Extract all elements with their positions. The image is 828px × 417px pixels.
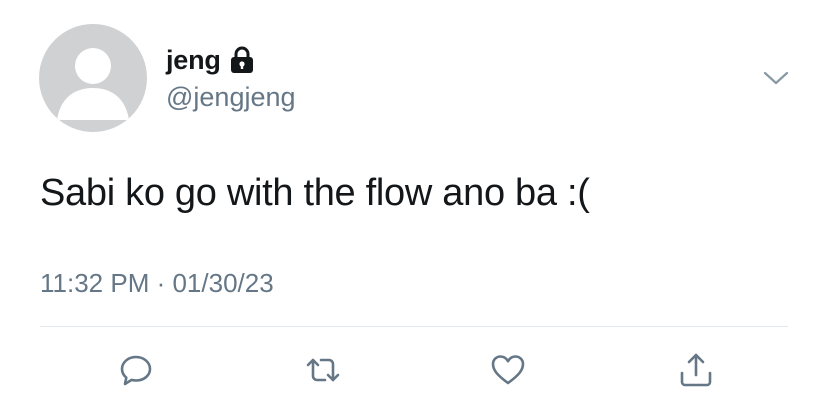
share-button[interactable] <box>676 350 716 390</box>
display-name[interactable]: jeng <box>166 45 221 76</box>
tweet-text: Sabi ko go with the flow ano ba :( <box>40 172 590 214</box>
tweet-time: 11:32 PM <box>40 268 150 298</box>
like-button[interactable] <box>488 350 528 390</box>
chevron-down-icon[interactable] <box>762 68 790 88</box>
reply-icon <box>120 355 152 386</box>
lock-icon <box>229 46 255 74</box>
reply-button[interactable] <box>116 350 156 390</box>
retweet-icon <box>306 358 340 382</box>
retweet-button[interactable] <box>303 350 343 390</box>
tweet-timestamp[interactable]: 11:32 PM · 01/30/23 <box>40 268 274 299</box>
user-handle[interactable]: @jengjeng <box>166 82 296 113</box>
share-icon <box>680 353 712 387</box>
like-icon <box>491 355 525 385</box>
tweet-date: 01/30/23 <box>172 268 274 298</box>
default-avatar-icon <box>57 48 129 120</box>
tweet-card: jeng @jengjeng Sabi ko go with the flow … <box>0 0 828 417</box>
divider <box>40 326 788 327</box>
avatar[interactable] <box>39 24 147 132</box>
author-name-row: jeng <box>166 42 255 78</box>
meta-separator: · <box>149 268 173 298</box>
